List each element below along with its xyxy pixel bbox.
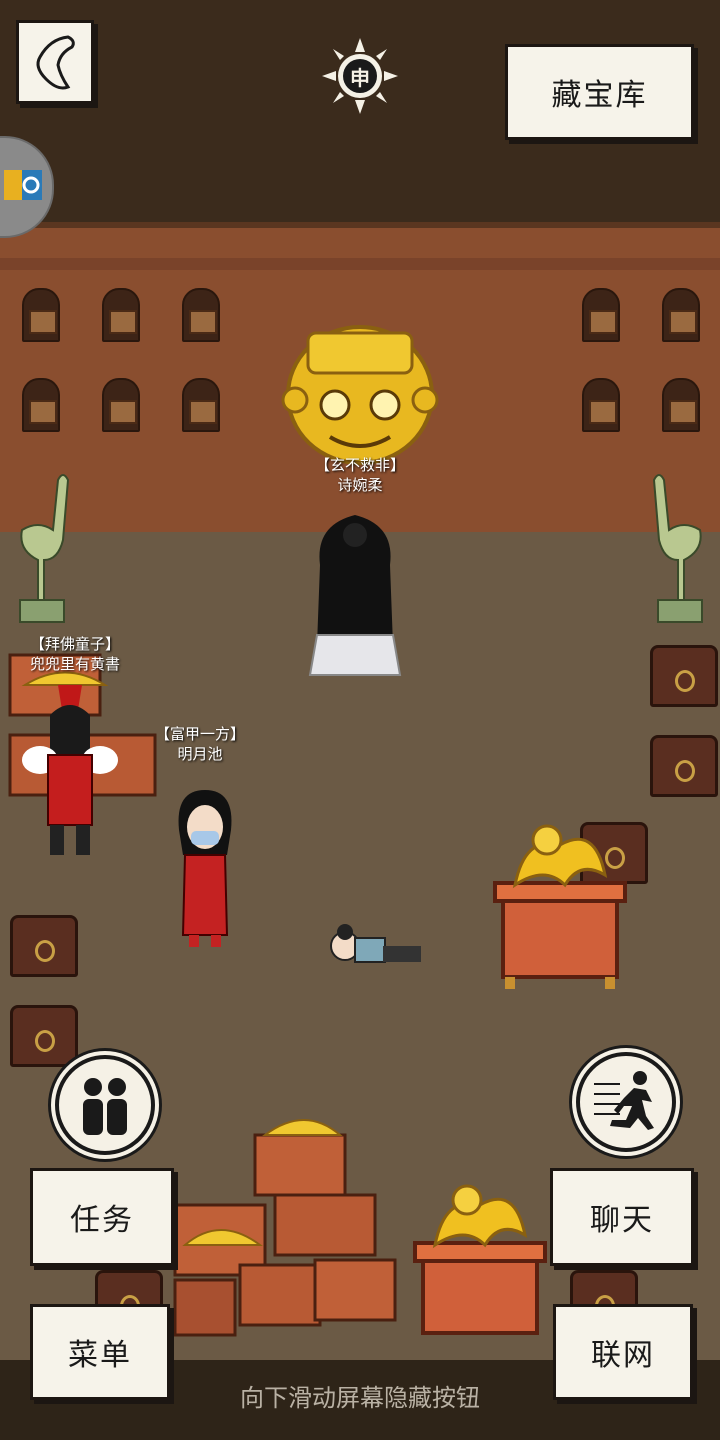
character-label-main: 【玄不救非】 诗婉柔 bbox=[300, 455, 420, 495]
wall-niche bbox=[102, 288, 140, 342]
crane-statue-left bbox=[19, 474, 70, 623]
time-indicator[interactable]: 申 bbox=[322, 38, 398, 114]
golden-mask-icon bbox=[281, 325, 439, 465]
player-character-warrior[interactable] bbox=[20, 680, 120, 860]
treasure-chest bbox=[10, 915, 78, 977]
wall-niche bbox=[22, 378, 60, 432]
treasure-chest bbox=[650, 645, 718, 707]
character-label-girl: 【富甲一方】 明月池 bbox=[140, 724, 260, 764]
dragon-chest-gold bbox=[413, 1184, 547, 1335]
character-name: 明月池 bbox=[177, 745, 223, 763]
gold-chest-pile bbox=[173, 1119, 397, 1337]
player-character-main[interactable] bbox=[305, 505, 405, 685]
wall-niche bbox=[662, 288, 700, 342]
run-button[interactable] bbox=[576, 1052, 676, 1152]
player-character-girl[interactable] bbox=[165, 785, 245, 950]
back-button[interactable] bbox=[16, 20, 94, 104]
app-badge-icon bbox=[4, 170, 42, 200]
wall-niche bbox=[582, 378, 620, 432]
wall-niche bbox=[182, 378, 220, 432]
task-button[interactable]: 任务 bbox=[30, 1168, 174, 1266]
crane-statue-right bbox=[652, 474, 703, 623]
character-title: 【拜佛童子】 bbox=[29, 635, 120, 653]
character-title: 【玄不救非】 bbox=[314, 456, 405, 474]
back-arrow-icon bbox=[36, 35, 75, 90]
treasury-button[interactable]: 藏宝库 bbox=[505, 44, 694, 140]
treasure-chest bbox=[650, 735, 718, 797]
time-glyph: 申 bbox=[350, 65, 370, 90]
character-title: 【富甲一方】 bbox=[154, 725, 245, 743]
run-icon bbox=[594, 1071, 654, 1130]
character-label-warrior: 【拜佛童子】 兜兜里有黄書 bbox=[10, 634, 140, 674]
players-button[interactable] bbox=[55, 1055, 155, 1155]
dragon-chest-gold bbox=[493, 824, 627, 989]
wall-niche bbox=[582, 288, 620, 342]
treasure-chest bbox=[10, 1005, 78, 1067]
fallen-character[interactable] bbox=[325, 918, 425, 998]
players-icon bbox=[83, 1078, 127, 1135]
wall-niche bbox=[182, 288, 220, 342]
wall-niche bbox=[662, 378, 700, 432]
wall-niche bbox=[22, 288, 60, 342]
character-name: 兜兜里有黄書 bbox=[29, 655, 120, 673]
wall-band bbox=[0, 258, 720, 270]
hide-buttons-hint: 向下滑动屏幕隐藏按钮 bbox=[240, 1384, 480, 1412]
character-name: 诗婉柔 bbox=[337, 476, 383, 494]
chat-button[interactable]: 聊天 bbox=[550, 1168, 694, 1266]
wall-niche bbox=[102, 378, 140, 432]
